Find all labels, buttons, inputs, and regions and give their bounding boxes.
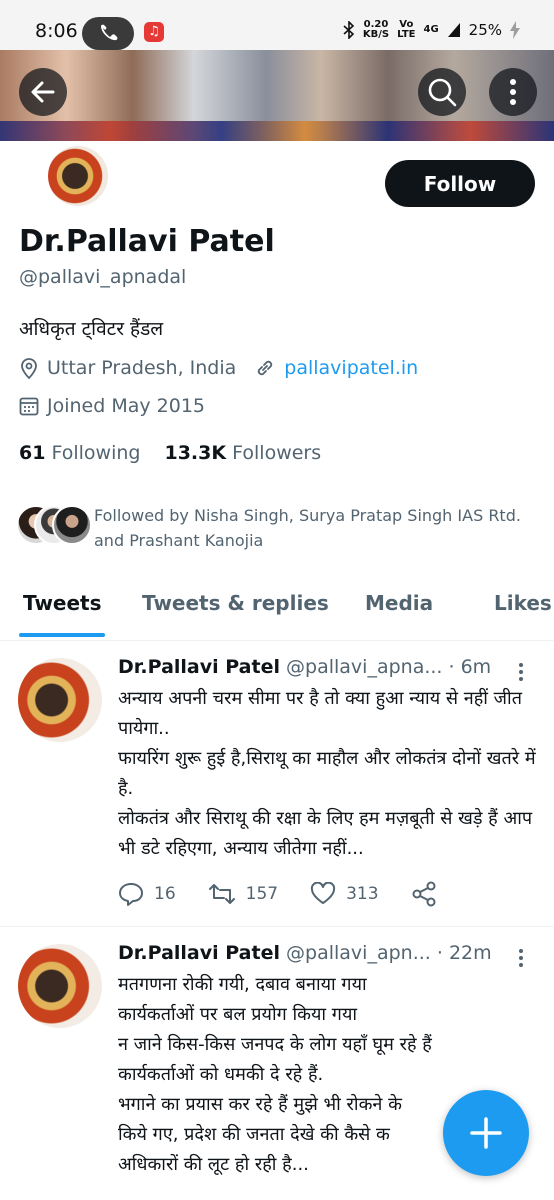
tweet-item[interactable]: Dr.Pallavi Patel @pallavi_apna... · 6m अ… <box>0 641 554 927</box>
profile-tabs: Tweets Tweets & replies Media Likes <box>0 580 554 641</box>
back-button[interactable] <box>19 68 67 116</box>
follow-button[interactable]: Follow <box>385 160 535 207</box>
bluetooth-icon <box>343 21 355 39</box>
tweet-avatar[interactable] <box>18 944 102 1028</box>
tab-tweets[interactable]: Tweets <box>23 591 102 615</box>
location-pin-icon <box>21 358 37 379</box>
active-tab-indicator <box>19 633 105 637</box>
tweet-header: Dr.Pallavi Patel @pallavi_apn... · 22m <box>118 942 492 964</box>
more-vertical-icon[interactable] <box>514 947 528 969</box>
reply-count: 16 <box>154 884 176 904</box>
tab-tweets-replies[interactable]: Tweets & replies <box>142 591 329 615</box>
more-vertical-icon[interactable] <box>514 661 528 683</box>
retweet-button[interactable]: 157 <box>208 882 278 906</box>
phone-icon <box>101 24 118 41</box>
profile-bio: अधिकृत ट्विटर हैंडल <box>19 318 164 340</box>
music-app-icon: ♫ <box>144 22 164 42</box>
tweet-author-name: Dr.Pallavi Patel <box>118 656 280 678</box>
tweet-time: · 22m <box>436 942 492 964</box>
tab-likes[interactable]: Likes <box>494 591 552 615</box>
link-icon <box>258 360 273 376</box>
search-button[interactable] <box>418 68 466 116</box>
followers-label: Followers <box>232 442 322 464</box>
heart-icon <box>310 882 336 904</box>
more-options-button[interactable] <box>489 68 537 116</box>
reply-icon <box>119 883 143 906</box>
followed-by-avatars <box>16 505 92 545</box>
plus-icon <box>470 1117 502 1149</box>
follow-counts: 61 Following 13.3K Followers <box>19 442 321 464</box>
followers-link[interactable]: 13.3K Followers <box>164 442 321 464</box>
arrow-left-icon <box>31 81 55 103</box>
calendar-icon <box>19 397 39 416</box>
battery-percent: 25% <box>468 21 502 39</box>
signal-icon <box>447 23 460 37</box>
search-icon <box>428 78 457 107</box>
following-count: 61 <box>19 442 46 464</box>
tweet-time: · 6m <box>448 656 492 678</box>
website-link[interactable]: pallavipatel.in <box>284 357 418 379</box>
like-button[interactable]: 313 <box>310 882 379 906</box>
like-count: 313 <box>346 884 379 904</box>
tweet-author-handle: @pallavi_apn... <box>286 942 431 964</box>
joined-text: Joined May 2015 <box>47 395 206 417</box>
charging-icon <box>510 21 520 39</box>
share-button[interactable] <box>411 881 437 907</box>
tweet-avatar[interactable] <box>18 658 102 742</box>
volte-bottom: LTE <box>397 29 416 40</box>
share-icon <box>412 881 436 907</box>
retweet-count: 157 <box>245 884 279 904</box>
compose-tweet-button[interactable] <box>443 1090 529 1176</box>
followers-count: 13.3K <box>164 442 227 464</box>
speed-unit: KB/S <box>362 29 390 40</box>
tweet-author-handle: @pallavi_apna... <box>286 656 443 678</box>
status-right: 0.20 KB/S Vo LTE 4G 25% <box>343 20 520 40</box>
tweet-text: अन्याय अपनी चरम सीमा पर है तो क्या हुआ न… <box>118 688 536 859</box>
profile-name: Dr.Pallavi Patel <box>19 224 275 259</box>
tweet-header: Dr.Pallavi Patel @pallavi_apna... · 6m <box>118 656 491 678</box>
more-vertical-icon <box>510 79 516 105</box>
retweet-icon <box>208 884 235 904</box>
profile-avatar[interactable] <box>45 143 111 209</box>
network-type: 4G <box>423 24 439 35</box>
profile-handle: @pallavi_apnadal <box>19 266 187 288</box>
tweet-actions: 16 157 313 <box>118 881 469 907</box>
volte-indicator: Vo LTE <box>397 20 415 40</box>
followed-by-text[interactable]: Followed by Nisha Singh, Surya Pratap Si… <box>94 503 534 553</box>
network-speed: 0.20 KB/S <box>363 20 389 40</box>
profile-banner <box>0 50 554 141</box>
call-pill <box>82 17 134 50</box>
location-text: Uttar Pradesh, India <box>47 357 237 379</box>
avatar <box>52 505 92 545</box>
tab-media[interactable]: Media <box>365 591 433 615</box>
tweet-author-name: Dr.Pallavi Patel <box>118 942 280 964</box>
reply-button[interactable]: 16 <box>118 882 176 906</box>
profile-meta-joined: Joined May 2015 <box>19 395 205 417</box>
following-label: Following <box>51 442 141 464</box>
status-time: 8:06 <box>35 20 78 42</box>
profile-meta-location: Uttar Pradesh, India pallavipatel.in <box>19 357 418 379</box>
following-link[interactable]: 61 Following <box>19 442 140 464</box>
